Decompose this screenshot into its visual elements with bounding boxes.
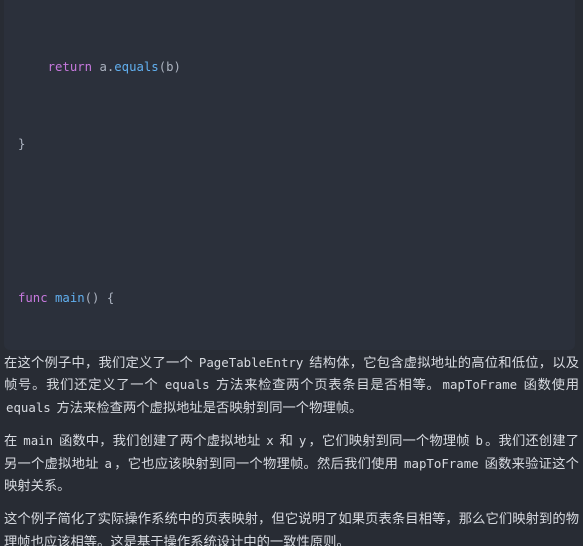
p2-code-b: b: [475, 433, 483, 449]
punct-paren-close: ): [173, 59, 181, 74]
p1-code-equals-2: equals: [6, 399, 51, 415]
p1-seg-3: 方法来检查两个页表条目是否相等。: [211, 377, 441, 393]
p2-seg-1: 在: [4, 433, 22, 449]
code-line-1: return a.equals(b): [18, 58, 575, 77]
p2-seg-3: 和: [275, 433, 297, 449]
p2-code-maptoframe: mapToFrame: [404, 455, 479, 471]
function-main: main: [55, 291, 85, 306]
p2-code-main: main: [23, 433, 54, 449]
p1-seg-5: 方法来检查两个虚拟地址是否映射到同一个物理帧。: [52, 399, 363, 415]
punct-parens-main: () {: [84, 291, 115, 306]
keyword-func: func: [18, 291, 48, 306]
p2-seg-4: ，它们映射到同一个物理帧: [308, 433, 474, 449]
p2-code-x: x: [266, 433, 274, 449]
method-equals: equals: [114, 59, 159, 74]
p2-seg-2: 函数中，我们创建了两个虚拟地址: [55, 433, 265, 449]
p1-seg-1: 在这个例子中，我们定义了一个: [4, 355, 197, 370]
identifier-b: b: [166, 59, 174, 74]
paragraph-1: 在这个例子中，我们定义了一个 PageTableEntry 结构体，它包含虚拟地…: [4, 352, 579, 419]
answer-panel: return a.equals(b) } func main() { // 创建…: [0, 0, 583, 546]
paragraph-3: 这个例子简化了实际操作系统中的页表映射，但它说明了如果页表条目相等，那么它们映射…: [4, 508, 579, 546]
code-lines: return a.equals(b) } func main() { // 创建…: [4, 0, 575, 350]
explanation-text: 在这个例子中，我们定义了一个 PageTableEntry 结构体，它包含虚拟地…: [4, 352, 579, 546]
identifier-a: a: [99, 59, 107, 74]
p1-seg-4: 函数使用: [519, 377, 579, 393]
code-line-3-blank: [18, 212, 575, 231]
p2-code-y: y: [298, 433, 307, 449]
p1-code-pagetableentry: PageTableEntry: [198, 355, 304, 370]
p3-seg-1: 这个例子简化了实际操作系统中的页表映射，但它说明了如果页表条目相等，那么它们映射…: [4, 511, 579, 546]
p2-seg-6: ，它也应该映射到同一个物理帧。然后我们使用: [114, 455, 403, 471]
code-block[interactable]: return a.equals(b) } func main() { // 创建…: [4, 0, 575, 350]
paragraph-2: 在 main 函数中，我们创建了两个虚拟地址 x 和 y ，它们映射到同一个物理帧…: [4, 430, 579, 497]
punct-paren-open: (: [158, 59, 167, 74]
keyword-return: return: [47, 59, 93, 74]
p1-code-equals-1: equals: [164, 377, 210, 393]
p1-code-maptoframe: mapToFrame: [442, 377, 518, 393]
code-line-2: }: [18, 135, 575, 154]
p2-code-a: a: [104, 455, 113, 471]
code-line-4: func main() {: [18, 289, 575, 308]
brace-close-equals: }: [18, 137, 26, 152]
